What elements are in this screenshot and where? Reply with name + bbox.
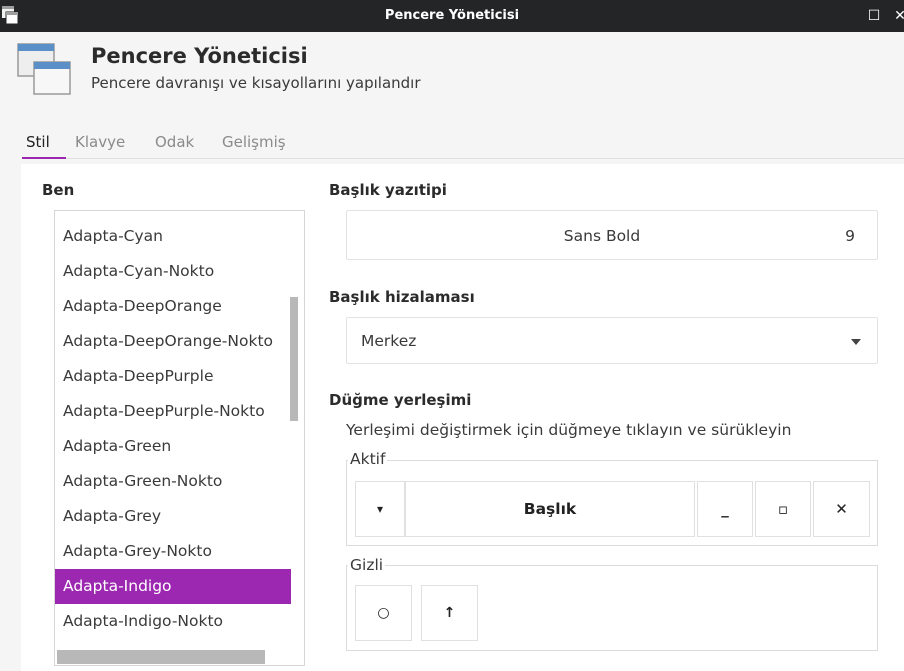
tab-stil[interactable]: Stil [26,133,50,151]
list-item[interactable]: Adapta-Cyan-Nokto [55,254,291,289]
list-item-selected[interactable]: Adapta-Indigo [55,569,291,604]
active-frame-label: Aktif [348,450,388,468]
title-alignment-value: Merkez [361,332,417,350]
list-item[interactable]: Adapta-DeepPurple [55,359,291,394]
page-subtitle: Pencere davranışı ve kısayollarını yapıl… [91,74,421,92]
stick-button-slot[interactable]: ○ [355,585,412,641]
list-item[interactable]: Adapta-DeepPurple-Nokto [55,394,291,429]
menu-button-slot[interactable]: ▾ [355,481,405,537]
page-title: Pencere Yöneticisi [91,44,308,68]
font-size: 9 [845,227,855,245]
window-titlebar[interactable]: Pencere Yöneticisi ☐ ✕ [0,0,904,32]
theme-section-label: Ben [42,181,75,199]
close-button-slot[interactable]: ✕ [813,481,870,537]
button-layout-label: Düğme yerleşimi [329,391,472,409]
vertical-scrollbar[interactable] [290,297,298,421]
tab-klavye[interactable]: Klavye [75,133,125,151]
maximize-button-slot[interactable]: ▫ [755,481,811,537]
list-item[interactable]: Adapta-Indigo-Nokto [55,604,291,639]
theme-list[interactable]: Adapta-Cyan Adapta-Cyan-Nokto Adapta-Dee… [54,210,305,666]
minimize-button-slot[interactable]: _ [697,481,753,537]
list-item[interactable]: Adapta-Grey-Nokto [55,534,291,569]
list-item[interactable]: Adapta-Green [55,429,291,464]
title-font-label: Başlık yazıtipi [329,181,447,199]
list-item[interactable]: Adapta-DeepOrange-Nokto [55,324,291,359]
title-slot[interactable]: Başlık [405,481,695,537]
active-tab-indicator [22,157,66,159]
title-alignment-label: Başlık hizalaması [329,288,475,306]
window-title: Pencere Yöneticisi [384,8,520,23]
title-alignment-select[interactable]: Merkez [346,317,878,364]
tab-odak[interactable]: Odak [155,133,194,151]
close-icon[interactable]: ✕ [892,8,904,24]
horizontal-scrollbar[interactable] [57,650,265,664]
tab-gelismis[interactable]: Gelişmiş [222,133,286,151]
font-name: Sans Bold [563,227,641,245]
window-manager-icon [17,43,71,95]
maximize-icon[interactable]: ☐ [866,8,882,24]
button-layout-hint: Yerleşimi değiştirmek için düğmeye tıkla… [346,421,792,439]
chevron-down-icon [851,339,861,345]
list-item[interactable]: Adapta-Grey [55,499,291,534]
tabs-divider [22,158,904,159]
list-item[interactable]: Adapta-Cyan [55,219,291,254]
list-item[interactable]: Adapta-DeepOrange [55,289,291,324]
title-font-button[interactable]: Sans Bold 9 [346,210,878,260]
hidden-frame-label: Gizli [348,556,386,574]
shade-button-slot[interactable]: ↑ [421,585,478,641]
list-item[interactable]: Adapta-Green-Nokto [55,464,291,499]
